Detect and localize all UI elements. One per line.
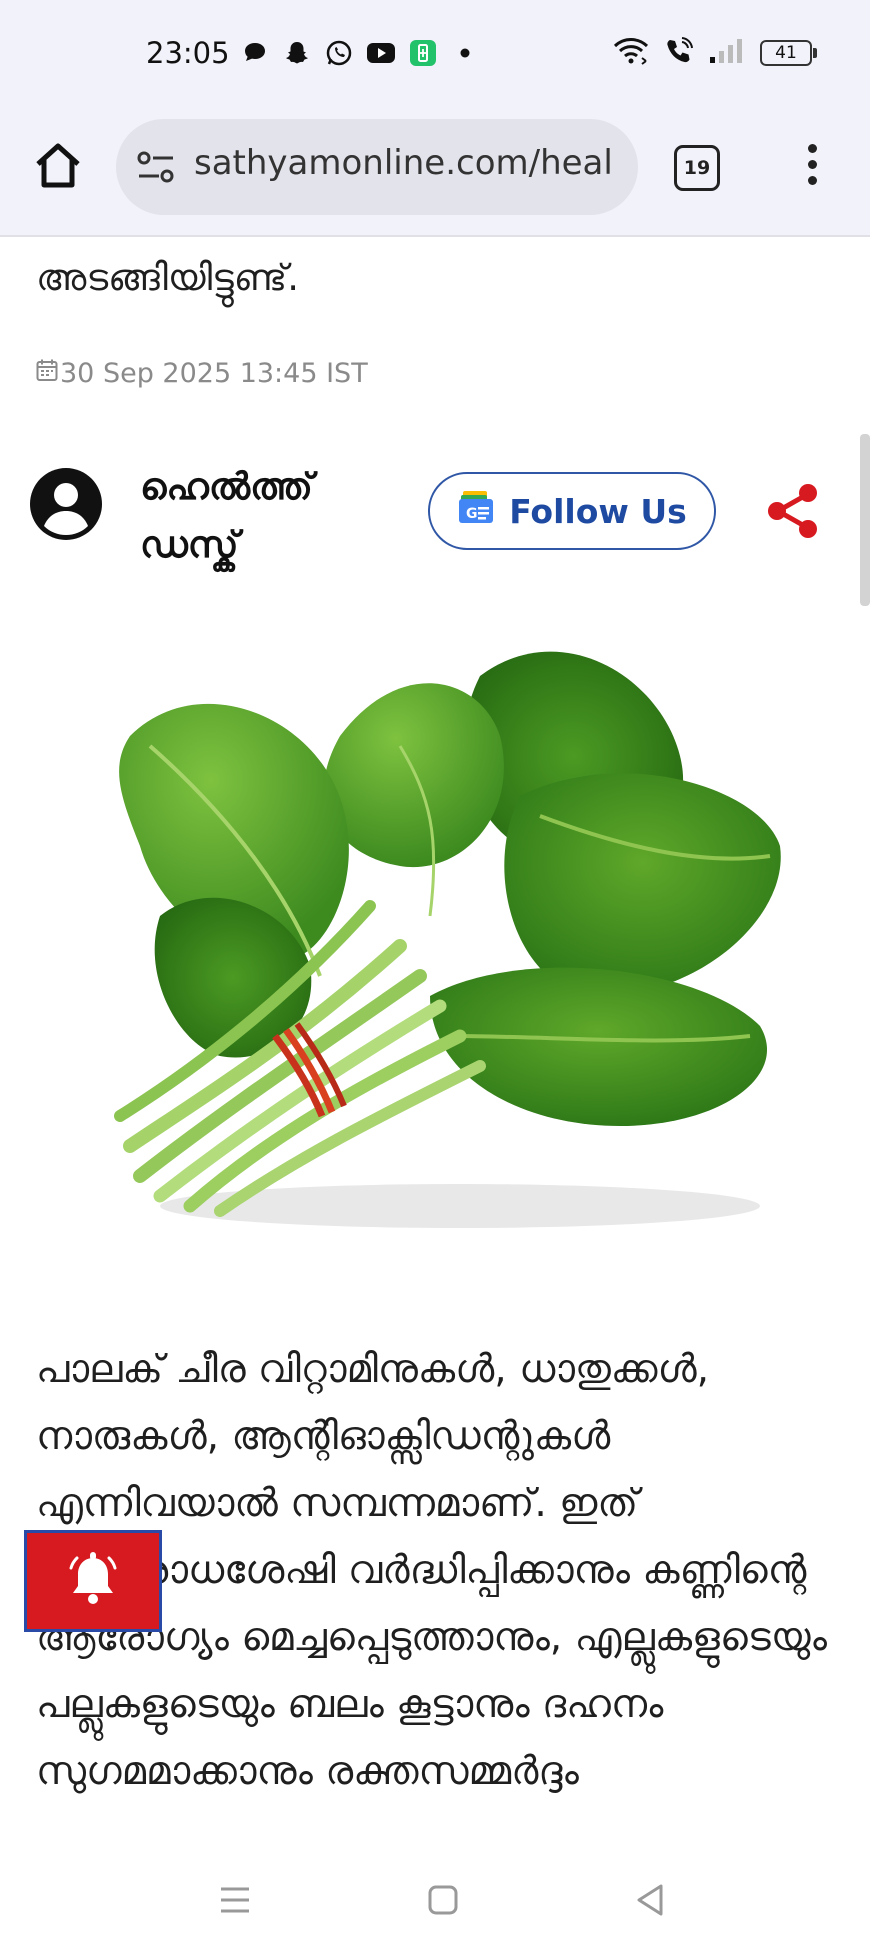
home-icon[interactable] [30,138,86,194]
address-bar[interactable]: sathyamonline.com/heal [116,119,638,215]
author-name[interactable]: ഹെൽത്ത് ഡസ്ക് [140,458,380,574]
back-icon[interactable] [629,1878,673,1922]
site-settings-icon[interactable] [136,149,176,185]
status-time: 23:05 [146,36,230,70]
author-row: ഹെൽത്ത് ഡസ്ക് G Follow Us [0,458,870,578]
svg-text:G: G [466,506,478,522]
recent-apps-icon[interactable] [213,1878,257,1922]
notification-icons [240,38,480,68]
publish-date-text: 30 Sep 2025 13:45 IST [60,358,368,389]
chat-bubble-icon [240,38,270,68]
wifi-calling-icon [664,36,694,70]
follow-us-button[interactable]: G Follow Us [428,472,716,550]
browser-toolbar: sathyamonline.com/heal 19 [0,108,870,237]
home-nav-icon[interactable] [421,1878,465,1922]
avatar[interactable] [28,466,104,542]
article-text-fragment: അടങ്ങിയിട്ടുണ്ട്. [36,256,299,299]
navigation-bar [0,1852,870,1948]
follow-us-label: Follow Us [509,491,687,531]
overflow-menu-icon[interactable] [796,144,828,192]
signal-icon [708,37,746,69]
wifi-icon [612,36,650,70]
youtube-icon [366,38,396,68]
url-text[interactable]: sathyamonline.com/heal [194,143,613,183]
tab-switcher-button[interactable]: 19 [674,145,720,191]
bell-icon [63,1548,123,1614]
system-indicators: 41 [612,36,817,70]
publish-date: 30 Sep 2025 13:45 IST [36,358,368,389]
calendar-icon [36,358,58,389]
notification-bell-button[interactable] [24,1530,162,1632]
dot-icon [450,38,480,68]
battery-icon: 41 [760,40,817,66]
status-bar: 23:05 41 [0,0,870,108]
scrollbar-thumb[interactable] [860,434,870,606]
snapchat-icon [282,38,312,68]
google-news-icon: G [457,488,495,534]
share-icon[interactable] [762,480,824,542]
battery-saver-icon [408,38,438,68]
spinach-image [114,651,781,1228]
article-image [100,616,800,1246]
whatsapp-icon [324,38,354,68]
